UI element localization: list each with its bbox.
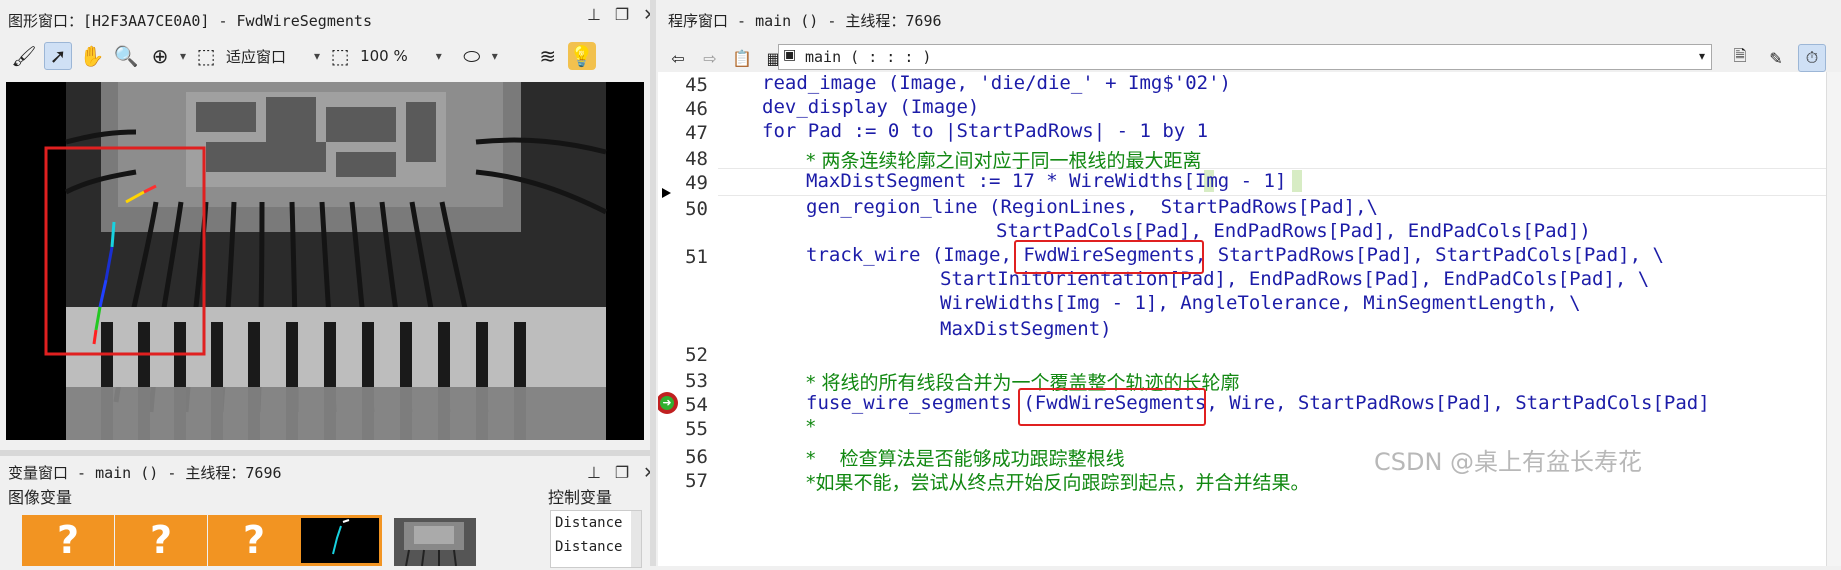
procedure-selector[interactable]: ▣ main ( : : : ) ▾ xyxy=(778,44,1712,70)
line-number: 53 xyxy=(685,370,708,392)
procedure-name: main ( : : : ) xyxy=(805,48,932,66)
control-variable-item[interactable]: Distance xyxy=(555,515,622,531)
image-variable-thumb-selected[interactable] xyxy=(298,515,382,566)
line-number: 54 xyxy=(685,394,708,416)
fit-window-label[interactable]: 适应窗口 xyxy=(226,46,286,67)
pin-icon[interactable]: ⊥ xyxy=(585,6,603,24)
save-procedure-icon[interactable]: 🗎 xyxy=(1726,44,1754,72)
lightbulb-icon[interactable]: 💡 xyxy=(567,42,596,70)
line-number: 52 xyxy=(685,344,708,366)
fit-dropdown-icon[interactable]: ▾ xyxy=(314,49,320,63)
vertical-scrollbar[interactable] xyxy=(1826,72,1841,566)
code-line-continuation[interactable]: StartPadCols[Pad], EndPadRows[Pad], EndP… xyxy=(996,220,1591,242)
back-arrow-icon[interactable]: ⇦ xyxy=(664,44,692,72)
code-comment-line[interactable]: * xyxy=(806,416,816,438)
line-number: 46 xyxy=(685,98,708,120)
line-number: 56 xyxy=(685,446,708,468)
line-number: 45 xyxy=(685,74,708,96)
zoom-percent-icon[interactable]: ⬚ xyxy=(326,42,354,70)
pointer-icon[interactable]: ➚ xyxy=(44,42,72,70)
code-line[interactable]: read_image (Image, 'die/die_' + Img$'02'… xyxy=(762,72,1231,94)
line-number: 49 xyxy=(685,172,708,194)
edit-icon[interactable]: ✎ xyxy=(1762,44,1790,72)
zoom-in-icon[interactable]: ⊕ xyxy=(146,42,174,70)
image-variable-thumb[interactable] xyxy=(394,518,476,567)
clipboard-icon[interactable]: 📋 xyxy=(728,44,756,72)
code-line-continuation[interactable]: MaxDistSegment) xyxy=(940,318,1112,340)
code-line[interactable]: MaxDistSegment := 17 * WireWidths[Img - … xyxy=(806,170,1286,192)
code-line[interactable]: dev_display (Image) xyxy=(762,96,979,118)
program-window: 程序窗口 - main () - 主线程：7696 ⇦ ⇨ 📋 ▦ ▣ main… xyxy=(656,0,1841,72)
code-comment-line[interactable]: *如果不能，尝试从终点开始反向跟踪到起点，并合并结果。 xyxy=(806,468,1310,495)
program-window-title: 程序窗口 - main () - 主线程：7696 xyxy=(668,12,942,30)
restore-icon[interactable]: ❐ xyxy=(613,464,631,482)
highlight-box xyxy=(1014,240,1204,274)
graphics-window: 图形窗口：[H2F3AA7CE0A0] - FwdWireSegments ⊥ … xyxy=(0,0,657,450)
restore-icon[interactable]: ❐ xyxy=(613,6,631,24)
hand-icon[interactable]: ✋ xyxy=(78,42,106,70)
code-line-continuation[interactable]: WireWidths[Img - 1], AngleTolerance, Min… xyxy=(940,292,1581,314)
fit-window-icon[interactable]: ⬚ xyxy=(192,42,220,70)
line-number: 57 xyxy=(685,470,708,492)
highlight-box xyxy=(1018,388,1206,426)
chevron-down-icon[interactable]: ▾ xyxy=(1699,49,1705,63)
control-variables-list[interactable]: Distance Distance xyxy=(550,510,642,568)
procedure-icon: ▣ xyxy=(783,47,797,63)
current-line-marker-icon xyxy=(662,188,671,198)
zoom-dropdown-icon[interactable]: ▾ xyxy=(180,49,186,63)
code-comment-line[interactable]: * 两条连续轮廓之间对应于同一根线的最大距离 xyxy=(806,146,1202,173)
bracket-match xyxy=(1292,170,1302,192)
line-number: 50 xyxy=(685,198,708,220)
timer-icon[interactable]: ⏱ xyxy=(1798,44,1826,72)
line-number: 55 xyxy=(685,418,708,440)
image-canvas[interactable] xyxy=(6,82,644,440)
code-line[interactable]: for Pad := 0 to |StartPadRows| - 1 by 1 xyxy=(762,120,1208,142)
control-variable-item[interactable]: Distance xyxy=(555,539,622,555)
code-editor[interactable]: ➜ 45 46 47 48 49 50 51 52 53 54 55 56 57… xyxy=(658,72,1841,566)
line-number: 51 xyxy=(685,246,708,268)
control-variables-label: 控制变量 xyxy=(548,488,613,507)
zoom-percent-dropdown-icon[interactable]: ▾ xyxy=(436,49,442,63)
code-line[interactable]: fuse_wire_segments (FwdWireSegments, Wir… xyxy=(806,392,1710,414)
clear-brush-icon[interactable]: 🖌 xyxy=(10,42,38,70)
code-line[interactable]: track_wire (Image, FwdWireSegments, Star… xyxy=(806,244,1664,266)
code-comment-line[interactable]: * 检查算法是否能够成功跟踪整根线 xyxy=(806,444,1125,471)
shape-dropdown-icon[interactable]: ▾ xyxy=(492,49,498,63)
pin-icon[interactable]: ⊥ xyxy=(585,464,603,482)
zoom-percent-label[interactable]: 100 % xyxy=(360,47,408,65)
image-variable-thumb[interactable]: ? xyxy=(115,515,207,566)
layers-icon[interactable]: ≋ xyxy=(534,42,562,70)
graphics-window-title: 图形窗口：[H2F3AA7CE0A0] - FwdWireSegments xyxy=(8,12,372,30)
scrollbar[interactable] xyxy=(631,511,641,567)
watermark: CSDN @桌上有盆长寿花 xyxy=(1374,448,1643,476)
shape-tool-icon[interactable]: ⬭ xyxy=(458,42,486,70)
magnifier-icon[interactable]: 🔍 xyxy=(112,42,140,70)
image-variables-label: 图像变量 xyxy=(8,488,73,507)
image-variable-thumb[interactable]: ? xyxy=(208,515,300,566)
vertical-splitter[interactable] xyxy=(650,0,656,566)
forward-arrow-icon[interactable]: ⇨ xyxy=(696,44,724,72)
line-number: 47 xyxy=(685,122,708,144)
code-line[interactable]: gen_region_line (RegionLines, StartPadRo… xyxy=(806,196,1378,218)
line-number: 48 xyxy=(685,148,708,170)
image-variable-thumb[interactable]: ? xyxy=(22,515,114,566)
